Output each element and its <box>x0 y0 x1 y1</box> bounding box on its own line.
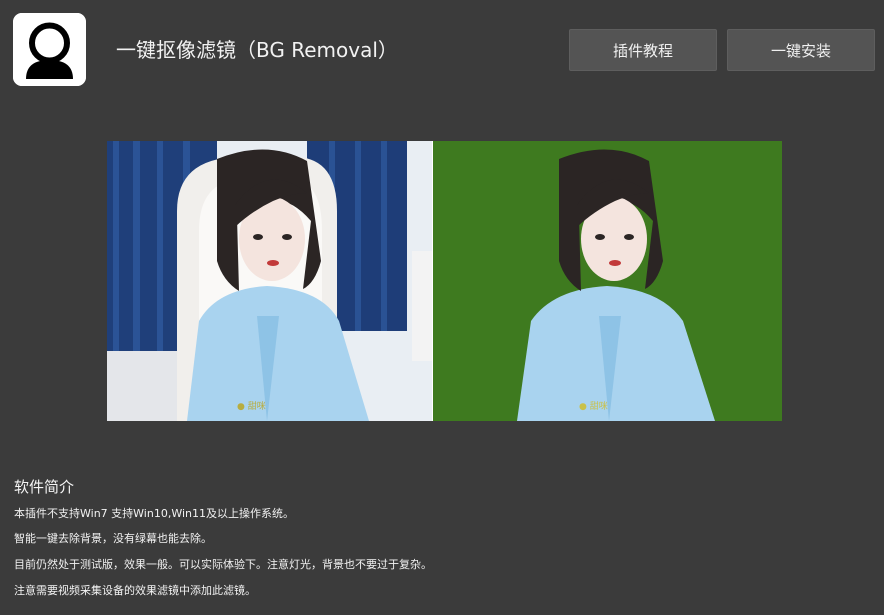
tutorial-button[interactable]: 插件教程 <box>569 29 717 71</box>
install-button[interactable]: 一键安装 <box>727 29 875 71</box>
plugin-window: 一键抠像滤镜（BG Removal） 插件教程 一键安装 ● 甜咪 ● 甜咪 软… <box>0 0 884 615</box>
intro-heading: 软件简介 <box>14 478 75 496</box>
before-after-preview: ● 甜咪 ● 甜咪 <box>107 141 782 421</box>
svg-text:● 甜咪: ● 甜咪 <box>579 400 608 412</box>
intro-line: 目前仍然处于测试版，效果一般。可以实际体验下。注意灯光，背景也不要过于复杂。 <box>14 558 432 571</box>
user-avatar-icon <box>13 13 86 86</box>
original-image: ● 甜咪 <box>107 141 432 421</box>
background-removed-image: ● 甜咪 <box>433 141 782 421</box>
intro-line: 智能一键去除背景，没有绿幕也能去除。 <box>14 532 212 545</box>
page-title: 一键抠像滤镜（BG Removal） <box>116 38 398 62</box>
intro-line: 注意需要视频采集设备的效果滤镜中添加此滤镜。 <box>14 584 256 597</box>
svg-text:● 甜咪: ● 甜咪 <box>237 400 266 412</box>
intro-line: 本插件不支持Win7 支持Win10,Win11及以上操作系统。 <box>14 507 294 520</box>
